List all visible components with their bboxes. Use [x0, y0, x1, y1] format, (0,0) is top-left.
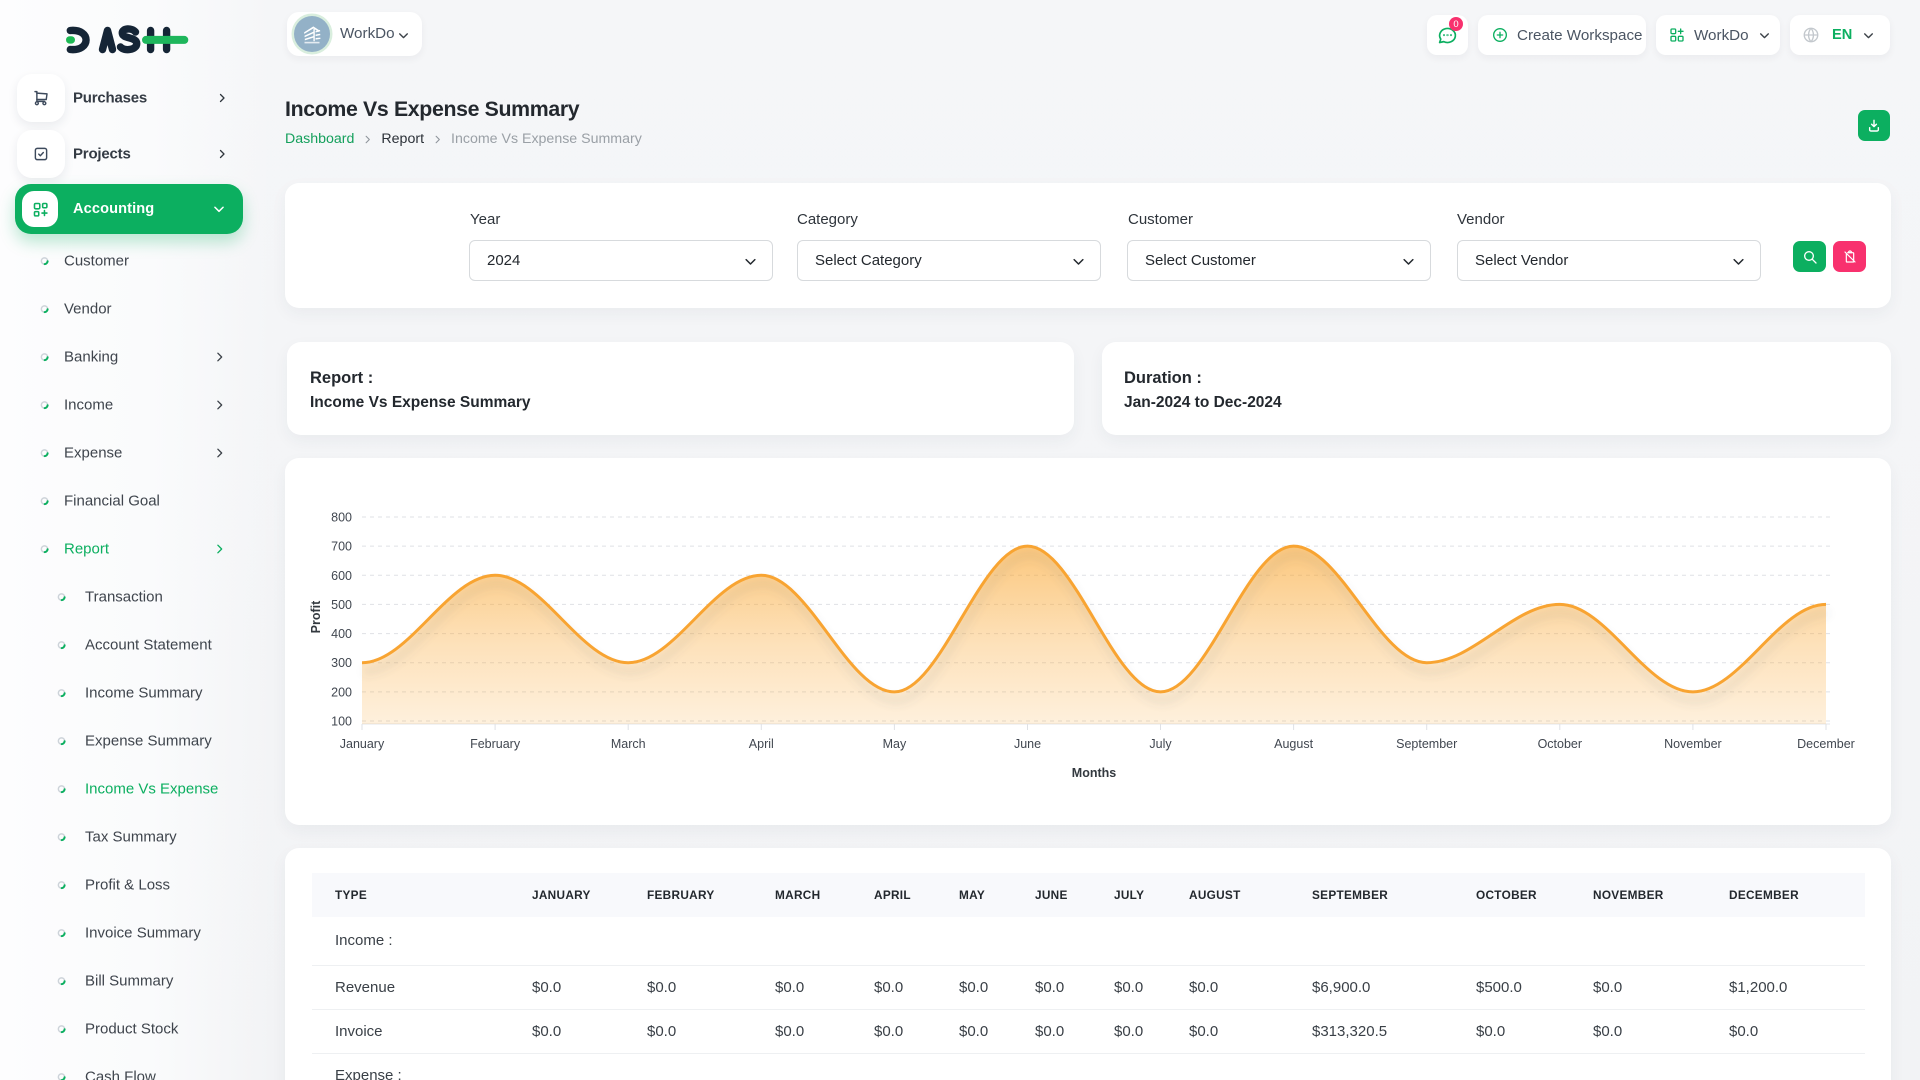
svg-text:Months: Months: [1072, 766, 1116, 780]
svg-text:700: 700: [331, 540, 352, 554]
svg-text:February: February: [470, 737, 521, 751]
svg-text:March: March: [611, 737, 646, 751]
svg-text:October: October: [1538, 737, 1582, 751]
svg-text:June: June: [1014, 737, 1041, 751]
svg-text:January: January: [340, 737, 385, 751]
svg-text:May: May: [883, 737, 907, 751]
svg-text:July: July: [1149, 737, 1172, 751]
svg-text:400: 400: [331, 627, 352, 641]
svg-text:April: April: [749, 737, 774, 751]
svg-text:600: 600: [331, 569, 352, 583]
svg-text:500: 500: [331, 598, 352, 612]
svg-text:November: November: [1664, 737, 1722, 751]
svg-text:300: 300: [331, 656, 352, 670]
svg-text:December: December: [1797, 737, 1855, 751]
svg-text:August: August: [1274, 737, 1313, 751]
svg-text:September: September: [1396, 737, 1457, 751]
svg-text:100: 100: [331, 715, 352, 729]
svg-text:Profit: Profit: [309, 600, 323, 633]
svg-text:800: 800: [331, 511, 352, 525]
svg-text:200: 200: [331, 685, 352, 699]
